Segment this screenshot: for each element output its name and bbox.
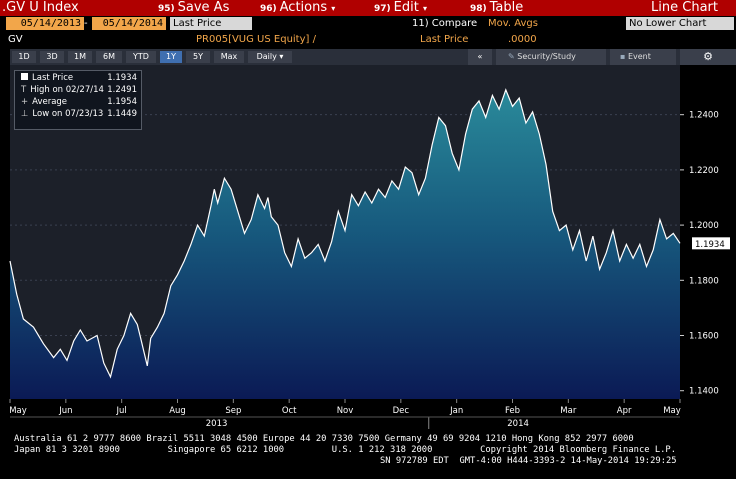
y-tick-label-1: 1.1600: [689, 332, 719, 342]
legend-low: ⊥ Low on 07/23/13 1.1449: [21, 109, 139, 120]
x-axis-ticks: May Jun Jul Aug Sep Oct Nov Dec Jan Feb Mar Apr May 2…: [9, 399, 681, 429]
last-price-icon: [21, 73, 28, 80]
low-marker-icon: ⊥: [21, 109, 29, 119]
field-select[interactable]: Last Price: [170, 17, 252, 30]
x-month-label-4: Sep: [225, 406, 241, 416]
x-month-label-8: Jan: [449, 406, 463, 416]
legend-last-price-value: 1.1934: [107, 73, 137, 83]
y-tick-label-3: 1.2000: [689, 221, 719, 231]
last-value-tag: 1.1934: [692, 237, 730, 250]
legend-low-value: 1.1449: [107, 109, 137, 119]
legend-average-value: 1.1954: [107, 97, 137, 107]
table-number: 98): [470, 4, 487, 14]
date-range-dash: -: [84, 18, 88, 29]
security-code: GV: [8, 34, 23, 45]
x-month-label-10: Mar: [560, 406, 577, 416]
legend-high-value: 1.2491: [107, 85, 137, 95]
ticker-name: .GV U Index: [2, 0, 79, 15]
footer-contacts-line-1: Australia 61 2 9777 8600 Brazil 5511 304…: [14, 434, 634, 444]
y-tick-label-0: 1.1400: [689, 387, 719, 397]
range-1y-button[interactable]: 1Y: [160, 51, 182, 63]
x-month-label-7: Dec: [393, 406, 410, 416]
chart-type-title: Line Chart: [651, 0, 718, 15]
start-date-input[interactable]: 05/14/2013: [6, 17, 84, 30]
last-value-label: 1.1934: [695, 240, 725, 250]
range-1m-button[interactable]: 1M: [68, 51, 92, 63]
actions-dropdown-icon: ▾: [331, 4, 336, 13]
year-label-1: 2014: [507, 419, 529, 429]
table-button[interactable]: 98) Table: [470, 0, 523, 17]
frequency-select[interactable]: Daily ▾: [248, 51, 292, 63]
y-tick-label-2: 1.1800: [689, 276, 719, 286]
x-month-label-12: May: [663, 406, 681, 416]
legend-high: T High on 02/27/14 1.2491: [21, 85, 139, 96]
security-study-label: Security/Study: [517, 52, 576, 61]
x-month-label-1: Jun: [58, 406, 72, 416]
actions-label: Actions: [279, 0, 328, 15]
x-month-label-11: Apr: [617, 406, 632, 416]
top-function-bar: .GV U Index 95) Save As 96) Actions ▾ 97) E…: [0, 0, 736, 16]
security-reference[interactable]: PR005[VUG US Equity] /: [196, 33, 316, 47]
mov-avgs-button[interactable]: Mov. Avgs: [488, 16, 538, 31]
legend-average-label: Average: [32, 97, 68, 107]
legend-last-price: Last Price 1.1934: [21, 73, 139, 84]
actions-button[interactable]: 96) Actions ▾: [260, 0, 335, 17]
footer-serial-line: SN 972789 EDT GMT-4:00 H444-3393-2 14-Ma…: [380, 456, 677, 466]
legend-low-label: Low on 07/23/13: [32, 109, 104, 119]
field-value: .0000: [508, 34, 537, 45]
y-tick-label-4: 1.2200: [689, 166, 719, 176]
edit-dropdown-icon: ▾: [422, 4, 427, 13]
x-month-label-9: Feb: [505, 406, 520, 416]
x-month-label-3: Aug: [169, 406, 186, 416]
x-month-label-6: Nov: [337, 406, 354, 416]
high-marker-icon: T: [21, 85, 27, 95]
event-button[interactable]: ▪ Event: [610, 49, 676, 65]
average-marker-icon: +: [21, 97, 29, 107]
save-as-number: 95): [158, 4, 175, 14]
save-as-label: Save As: [177, 0, 230, 15]
legend-high-label: High on 02/27/14: [30, 85, 104, 95]
table-label: Table: [489, 0, 524, 15]
collapse-button[interactable]: «: [468, 49, 492, 65]
range-1d-button[interactable]: 1D: [12, 51, 36, 63]
actions-number: 96): [260, 4, 277, 14]
footer-contacts-line-2: Japan 81 3 3201 8900 Singapore 65 6212 1…: [14, 445, 677, 455]
x-month-label-5: Oct: [282, 406, 297, 416]
gear-icon[interactable]: ⚙: [680, 49, 736, 65]
security-study-icon: ✎: [508, 52, 515, 61]
edit-number: 97): [374, 4, 391, 14]
edit-button[interactable]: 97) Edit ▾: [374, 0, 427, 17]
range-5y-button[interactable]: 5Y: [186, 51, 210, 63]
lower-chart-select[interactable]: No Lower Chart: [626, 17, 734, 30]
event-label: Event: [627, 52, 651, 61]
y-tick-label-5: 1.2400: [689, 111, 719, 121]
range-ytd-button[interactable]: YTD: [126, 51, 156, 63]
field-label: Last Price: [420, 34, 469, 45]
compare-button[interactable]: 11) Compare: [412, 16, 477, 31]
legend-last-price-label: Last Price: [32, 73, 74, 83]
range-3d-button[interactable]: 3D: [40, 51, 64, 63]
edit-label: Edit: [393, 0, 419, 15]
x-month-label-0: May: [9, 406, 27, 416]
security-study-button[interactable]: ✎ Security/Study: [496, 49, 606, 65]
save-as-button[interactable]: 95) Save As: [158, 0, 229, 17]
legend-average: + Average 1.1954: [21, 97, 139, 108]
x-month-label-2: Jul: [116, 406, 127, 416]
range-max-button[interactable]: Max: [214, 51, 244, 63]
year-label-0: 2013: [206, 419, 228, 429]
event-icon: ▪: [620, 52, 626, 61]
end-date-input[interactable]: 05/14/2014: [92, 17, 166, 30]
range-6m-button[interactable]: 6M: [96, 51, 122, 63]
chart-legend: Last Price 1.1934 T High on 02/27/14 1.24…: [14, 70, 142, 130]
